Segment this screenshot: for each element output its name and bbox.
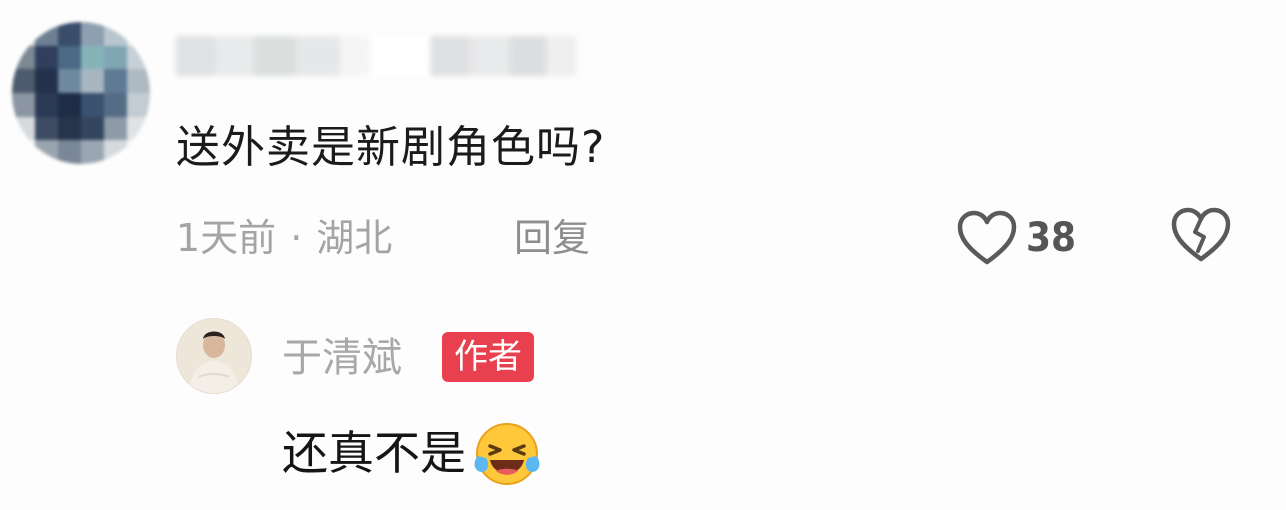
- comment-location: 湖北: [316, 216, 393, 260]
- commenter-avatar[interactable]: [12, 22, 150, 164]
- author-name[interactable]: 于清斌: [282, 330, 402, 386]
- like-button[interactable]: 38: [956, 206, 1076, 270]
- comment-meta: 1天前 · 湖北: [176, 212, 392, 264]
- reply-text: 还真不是: [282, 416, 544, 490]
- heart-outline-icon: [957, 210, 1017, 265]
- author-badge: 作者: [442, 332, 534, 382]
- commenter-name-redacted: [176, 36, 576, 80]
- next-row-fade: [970, 496, 980, 510]
- like-count: 38: [1026, 215, 1077, 261]
- author-avatar[interactable]: [176, 318, 252, 394]
- broken-heart-icon: [1171, 207, 1231, 262]
- reply-text-content: 还真不是: [282, 426, 466, 480]
- reply-button[interactable]: 回复: [514, 212, 590, 264]
- laughing-crying-emoji: [474, 423, 540, 485]
- comment-thread: 送外卖是新剧角色吗? 1天前 · 湖北 回复 38 于清斌 作者 还真不是: [0, 0, 1286, 510]
- person-photo-icon: [177, 319, 251, 393]
- comment-time: 1天前: [176, 216, 277, 260]
- dislike-button[interactable]: [1170, 206, 1234, 270]
- comment-text: 送外卖是新剧角色吗?: [176, 122, 606, 173]
- meta-separator: ·: [290, 216, 303, 260]
